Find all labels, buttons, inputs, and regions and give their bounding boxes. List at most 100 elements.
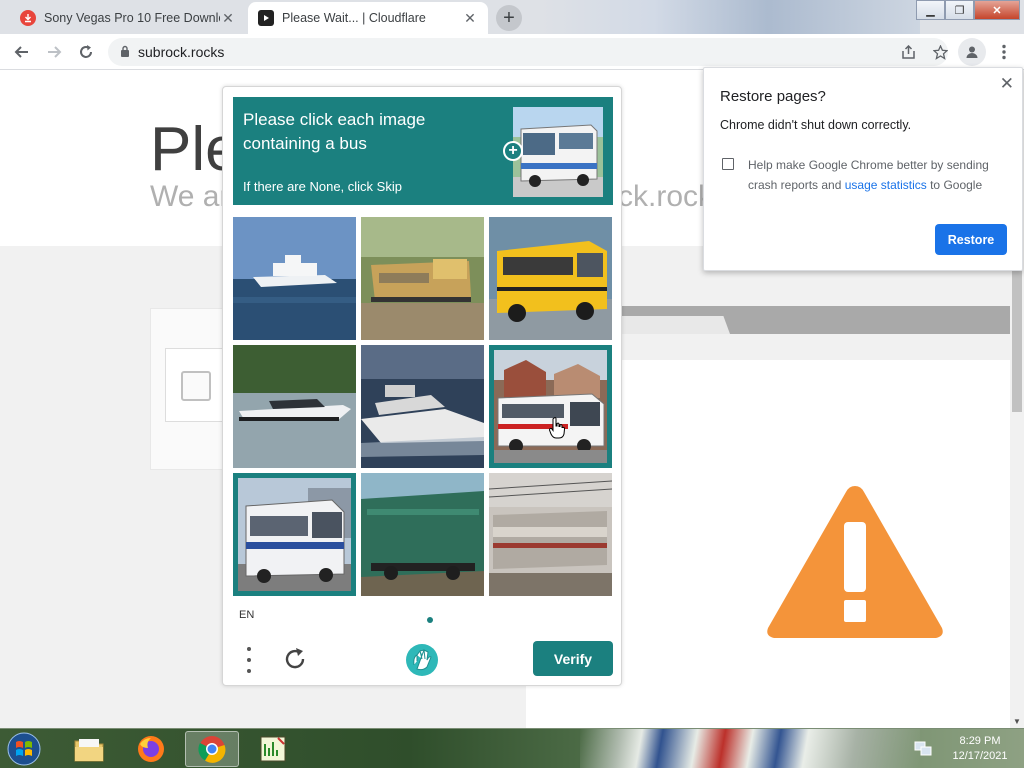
challenge-image-7[interactable] (233, 473, 356, 596)
browser-toolbar: subrock.rocks (0, 34, 1024, 70)
back-button[interactable] (6, 36, 38, 68)
youtube-icon (258, 10, 274, 26)
challenge-image-5[interactable] (361, 345, 484, 468)
toolbar-actions (894, 38, 1018, 66)
star-icon (932, 44, 948, 60)
restore-button[interactable]: Restore (935, 224, 1007, 255)
profile-button[interactable] (958, 38, 986, 66)
challenge-image-grid (233, 217, 613, 597)
speedboat-image (233, 345, 356, 468)
system-tray: 8:29 PM 12/17/2021 (910, 731, 1024, 767)
chrome-icon (198, 736, 226, 763)
checkbox-text-after: to Google (926, 178, 983, 192)
explorer-icon (74, 739, 104, 762)
language-selector[interactable]: EN (239, 609, 254, 621)
restore-pages-dialog: Restore pages? ✕ Chrome didn't shut down… (703, 67, 1023, 271)
tab-cloudflare[interactable]: Please Wait... | Cloudflare ✕ (248, 2, 488, 34)
hcaptcha-challenge: Please click each image containing a bus… (222, 86, 622, 686)
windows-taskbar: 8:29 PM 12/17/2021 (0, 728, 1024, 768)
taskbar-editor[interactable] (246, 731, 300, 767)
dialog-message: Chrome didn't shut down correctly. (720, 118, 912, 132)
tab-close-icon[interactable]: ✕ (220, 10, 236, 27)
hcaptcha-logo-icon (406, 644, 438, 676)
kebab-menu-icon (1002, 44, 1006, 60)
forward-button[interactable] (38, 36, 70, 68)
taskbar-firefox[interactable] (124, 731, 178, 767)
window-controls: ▁ ❐ ✕ (916, 0, 1020, 20)
challenge-image-9[interactable] (489, 473, 612, 596)
page-subtitle-left: We ar (150, 180, 230, 213)
challenge-menu-icon[interactable] (241, 647, 257, 673)
challenge-checkbox[interactable] (181, 371, 211, 401)
clock-date: 12/17/2021 (952, 750, 1008, 762)
tab-title: Please Wait... | Cloudflare (282, 11, 426, 25)
firefox-icon (138, 736, 164, 762)
page-indicator-dot (427, 617, 433, 623)
expand-sample-icon[interactable]: + (503, 141, 523, 161)
tab-sony-vegas[interactable]: Sony Vegas Pro 10 Free Downlo ✕ (10, 2, 246, 34)
challenge-image-6[interactable] (489, 345, 612, 468)
challenge-image-4[interactable] (233, 345, 356, 468)
tab-close-icon[interactable]: ✕ (462, 10, 478, 27)
ferry-image (233, 217, 356, 340)
school-bus-image (489, 217, 612, 340)
taskbar-chrome[interactable] (185, 731, 239, 767)
challenge-image-8[interactable] (361, 473, 484, 596)
taskbar-clock[interactable]: 8:29 PM 12/17/2021 (940, 734, 1020, 764)
clock-time: 8:29 PM (959, 735, 1001, 747)
taskbar-wallpaper (580, 729, 920, 768)
share-icon (901, 44, 915, 59)
url-text: subrock.rocks (138, 44, 225, 60)
bus-image (238, 478, 351, 591)
windows-logo-icon (7, 732, 41, 766)
tab-title: Sony Vegas Pro 10 Free Downlo (44, 11, 220, 25)
restore-window-button[interactable]: ❐ (945, 0, 974, 20)
chrome-menu-button[interactable] (990, 38, 1018, 66)
hand-cursor-icon (549, 417, 565, 439)
bookmark-button[interactable] (926, 38, 954, 66)
dialog-title: Restore pages? (720, 88, 826, 105)
lock-icon[interactable] (120, 45, 130, 60)
scroll-down-arrow-icon[interactable]: ▼ (1010, 717, 1024, 726)
refresh-challenge-icon[interactable] (281, 645, 309, 673)
sample-bus-image[interactable] (513, 107, 603, 197)
challenge-checkbox-area (165, 348, 225, 422)
challenge-header: Please click each image containing a bus… (233, 97, 613, 205)
banner-tab (620, 316, 730, 334)
challenge-image-2[interactable] (361, 217, 484, 340)
crash-report-label: Help make Google Chrome better by sendin… (748, 155, 1008, 195)
close-dialog-icon[interactable]: ✕ (1000, 74, 1014, 94)
bus-image (494, 350, 607, 463)
share-button[interactable] (894, 38, 922, 66)
download-icon (20, 10, 36, 26)
warning-icon (767, 486, 943, 638)
editor-icon (260, 736, 286, 762)
challenge-prompt: Please click each image containing a bus (243, 110, 426, 153)
profile-icon (966, 46, 978, 58)
network-icon[interactable] (914, 741, 932, 757)
new-tab-button[interactable]: + (496, 5, 522, 31)
tab-strip: Sony Vegas Pro 10 Free Downlo ✕ Please W… (0, 0, 1024, 34)
reload-button[interactable] (70, 36, 102, 68)
close-window-button[interactable]: ✕ (974, 0, 1020, 20)
page-banner (620, 306, 1010, 334)
address-bar[interactable]: subrock.rocks (108, 38, 948, 66)
yacht-image (361, 345, 484, 468)
taskbar-explorer[interactable] (62, 731, 116, 767)
locomotive-image (361, 473, 484, 596)
usage-statistics-link[interactable]: usage statistics (845, 178, 927, 192)
tab-strip-background (540, 0, 920, 34)
train-image (489, 473, 612, 596)
challenge-image-3[interactable] (489, 217, 612, 340)
crash-report-checkbox[interactable] (722, 158, 734, 170)
train-image (361, 217, 484, 340)
challenge-image-1[interactable] (233, 217, 356, 340)
reload-icon (80, 44, 92, 58)
page-subtitle-right: ck.rock (618, 180, 714, 213)
start-button[interactable] (4, 731, 44, 767)
minimize-button[interactable]: ▁ (916, 0, 945, 20)
challenge-hint: If there are None, click Skip (243, 179, 402, 194)
verify-button[interactable]: Verify (533, 641, 613, 676)
forward-arrow-icon (48, 45, 62, 58)
back-arrow-icon (14, 45, 28, 58)
